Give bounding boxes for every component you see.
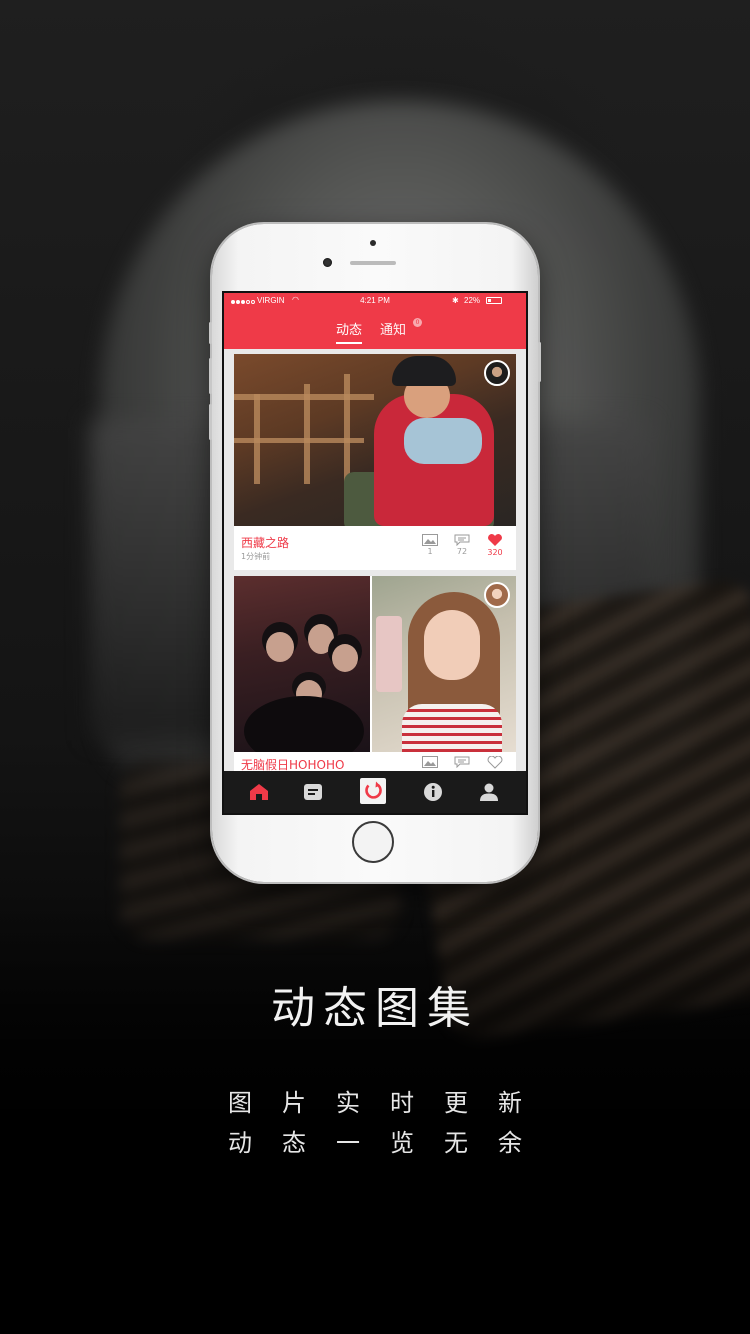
post-photo[interactable]	[234, 354, 516, 526]
likes-count: 320	[487, 548, 503, 557]
comments-count-button[interactable]	[450, 756, 474, 769]
heart-outline-icon	[487, 756, 503, 769]
status-time: 4:21 PM	[360, 296, 390, 305]
bluetooth-icon: ✱	[452, 296, 459, 305]
battery-icon	[486, 297, 502, 304]
like-button[interactable]	[483, 756, 507, 770]
photo-figure	[404, 418, 482, 464]
comment-icon	[454, 534, 470, 546]
tab-dynamics[interactable]: 动态	[336, 319, 363, 344]
proximity-sensor	[370, 240, 376, 246]
phone-mockup: VIRGIN ◠ 4:21 PM ✱ 22% 动态 通知 0 西藏之路 1分钟前…	[209, 224, 541, 882]
comment-icon	[454, 756, 470, 768]
photo-figure	[392, 356, 456, 386]
power-button	[538, 342, 541, 382]
post-title[interactable]: 西藏之路	[241, 534, 289, 551]
promo-line-1: 图片实时更新	[228, 1089, 552, 1117]
railing	[254, 394, 260, 484]
photo-figure	[424, 610, 480, 680]
feed-list: 西藏之路 1分钟前 1 72 320 无脑假日HOHOHO	[224, 349, 526, 776]
photo-figure	[402, 704, 502, 754]
info-icon[interactable]	[422, 781, 444, 803]
photo-figure	[376, 616, 402, 692]
notification-badge: 0	[413, 318, 422, 327]
status-bar: VIRGIN ◠ 4:21 PM ✱ 22%	[224, 293, 526, 309]
profile-icon[interactable]	[478, 781, 500, 803]
earpiece-speaker	[350, 261, 396, 265]
promo-line-2: 动态一览无余	[228, 1129, 552, 1157]
images-count-button[interactable]: 1	[418, 534, 442, 556]
front-camera	[323, 258, 332, 267]
railing	[344, 374, 350, 484]
feed-card[interactable]: 无脑假日HOHOHO	[234, 576, 516, 776]
post-photo[interactable]	[234, 576, 370, 766]
avatar[interactable]	[484, 360, 510, 386]
feed-icon[interactable]	[302, 781, 324, 803]
comments-count: 72	[456, 547, 468, 556]
phone-screen: VIRGIN ◠ 4:21 PM ✱ 22% 动态 通知 0 西藏之路 1分钟前…	[222, 291, 528, 815]
images-count-button[interactable]	[418, 756, 442, 769]
promo-headline: 动态图集	[271, 983, 479, 1034]
avatar[interactable]	[484, 582, 510, 608]
photo-figure	[332, 644, 358, 672]
like-button[interactable]: 320	[483, 534, 507, 557]
images-count: 1	[427, 547, 433, 556]
comments-count-button[interactable]: 72	[450, 534, 474, 556]
bottom-tab-bar	[224, 771, 526, 813]
post-photo[interactable]	[372, 576, 516, 754]
photo-figure	[266, 632, 294, 662]
heart-filled-icon	[488, 534, 502, 546]
top-tabs: 动态 通知 0	[224, 311, 526, 349]
image-icon	[422, 534, 438, 546]
mute-switch	[209, 322, 212, 344]
home-button[interactable]	[352, 821, 394, 863]
image-icon	[422, 756, 438, 768]
volume-down-button	[209, 404, 212, 440]
tab-notifications[interactable]: 通知	[380, 319, 406, 338]
feed-card[interactable]: 西藏之路 1分钟前 1 72 320	[234, 354, 516, 570]
post-time: 1分钟前	[241, 552, 271, 561]
railing	[304, 384, 310, 484]
battery-percent: 22%	[464, 296, 481, 305]
volume-up-button	[209, 358, 212, 394]
card-footer: 西藏之路 1分钟前 1 72 320	[234, 526, 516, 570]
home-icon[interactable]	[248, 781, 270, 803]
refresh-icon[interactable]	[360, 778, 386, 804]
app-header: VIRGIN ◠ 4:21 PM ✱ 22% 动态 通知 0	[224, 293, 526, 349]
